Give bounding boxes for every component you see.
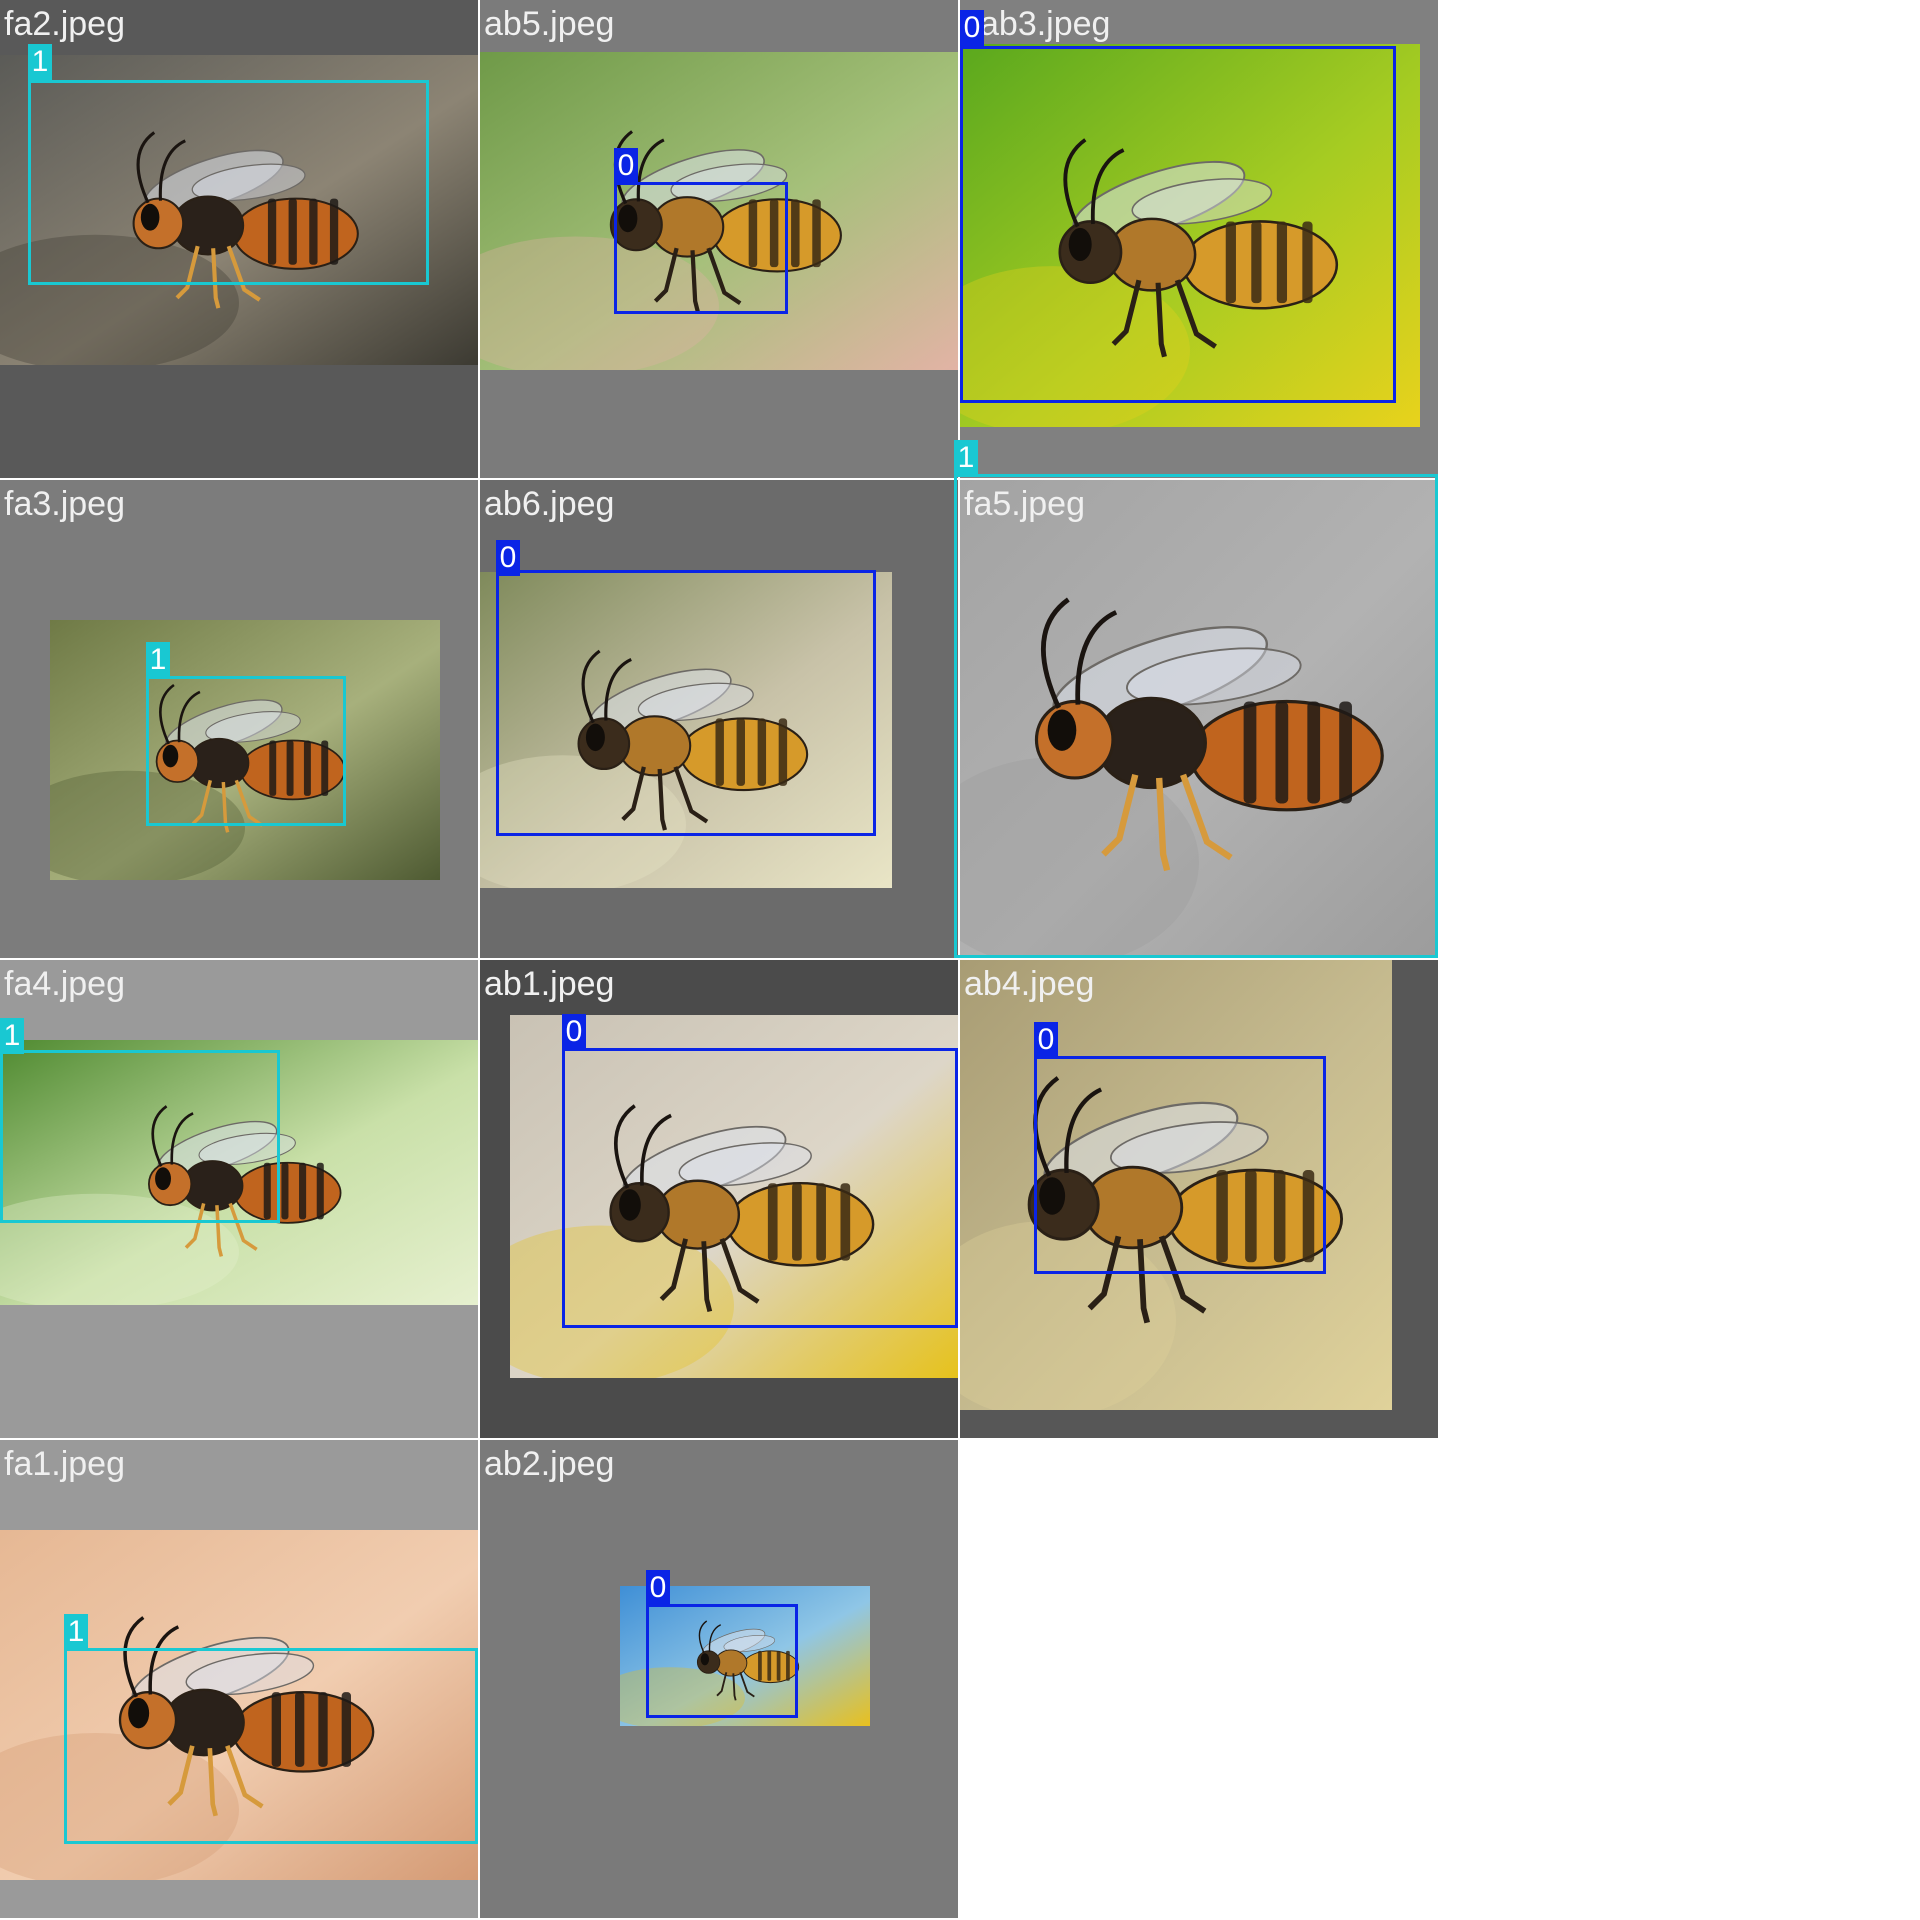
detection-box[interactable] xyxy=(496,570,876,836)
filename-label: fa4.jpeg xyxy=(4,965,125,1003)
filename-label: fa3.jpeg xyxy=(4,485,125,523)
filename-label: ab2.jpeg xyxy=(484,1445,615,1483)
detection-box[interactable] xyxy=(28,80,429,285)
detection-box[interactable] xyxy=(960,46,1396,403)
result-tile[interactable]: fa5.jpeg 1 xyxy=(954,440,1438,958)
result-tile[interactable]: fa1.jpeg 1 xyxy=(0,1440,478,1918)
filename-label: ab4.jpeg xyxy=(964,965,1095,1003)
result-tile[interactable]: ab3.jpeg 0 xyxy=(960,0,1438,478)
detection-box[interactable] xyxy=(0,1050,280,1223)
detection-box[interactable] xyxy=(562,1048,958,1328)
filename-label: ab1.jpeg xyxy=(484,965,615,1003)
detection-box[interactable] xyxy=(954,474,1438,958)
result-tile[interactable]: fa3.jpeg 1 xyxy=(0,480,478,958)
detection-class-tag: 0 xyxy=(614,148,638,184)
detection-box[interactable] xyxy=(1034,1056,1326,1274)
detection-class-tag: 0 xyxy=(646,1570,670,1606)
detection-class-tag: 0 xyxy=(562,1014,586,1050)
filename-label: ab5.jpeg xyxy=(484,5,615,43)
detection-class-tag: 1 xyxy=(146,642,170,678)
detection-class-tag: 1 xyxy=(28,44,52,80)
result-tile[interactable]: fa4.jpeg 1 xyxy=(0,960,478,1438)
result-tile[interactable]: ab2.jpeg 0 xyxy=(480,1440,958,1918)
detection-box[interactable] xyxy=(646,1604,798,1718)
filename-label: ab6.jpeg xyxy=(484,485,615,523)
detection-class-tag: 0 xyxy=(496,540,520,576)
detection-results-grid: fa2.jpeg 1 ab5.jpeg 0 ab3.jpeg 0 fa3.jpeg 1 ab6.… xyxy=(0,0,1920,1920)
filename-label: ab3.jpeg xyxy=(980,5,1111,43)
result-tile[interactable]: ab6.jpeg 0 xyxy=(480,480,958,958)
result-tile[interactable]: ab1.jpeg 0 xyxy=(480,960,958,1438)
detection-class-tag: 1 xyxy=(64,1614,88,1650)
result-tile[interactable]: ab4.jpeg 0 xyxy=(960,960,1438,1438)
detection-class-tag: 1 xyxy=(0,1018,24,1054)
detection-class-tag: 0 xyxy=(1034,1022,1058,1058)
detection-box[interactable] xyxy=(64,1648,478,1844)
result-tile[interactable]: fa2.jpeg 1 xyxy=(0,0,478,478)
detection-class-tag: 1 xyxy=(954,440,978,476)
detection-box[interactable] xyxy=(146,676,346,826)
result-tile[interactable]: ab5.jpeg 0 xyxy=(480,0,958,478)
detection-box[interactable] xyxy=(614,182,788,314)
detection-class-tag: 0 xyxy=(960,10,984,46)
filename-label: fa2.jpeg xyxy=(4,5,125,43)
filename-label: fa1.jpeg xyxy=(4,1445,125,1483)
